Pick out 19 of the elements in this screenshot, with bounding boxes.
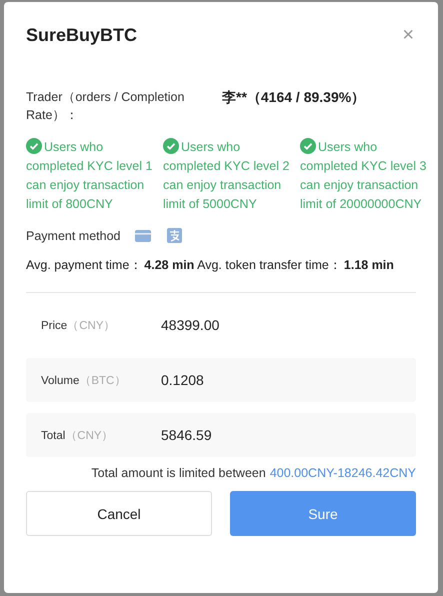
alipay-icon bbox=[166, 228, 182, 243]
input-field[interactable]: Total（CNY） 5846.59 bbox=[26, 413, 416, 457]
bank-card-icon bbox=[134, 230, 150, 242]
payment-method-label: Payment method bbox=[26, 228, 120, 242]
kyc-limit-text: Users who completed KYC level 2 can enjoy transaction limit of 5000CNY bbox=[163, 138, 290, 213]
trader-value: 李**（4164 / 89.39%） bbox=[222, 88, 366, 107]
avg-time-text: Avg. payment time： 4.28 min Avg. token transfer time： 1.18 min bbox=[26, 258, 394, 272]
trader-label: Trader（orders / Completion Rate）： bbox=[26, 89, 186, 124]
price-row-text: Price（CNY） 48399.00 bbox=[40, 316, 220, 335]
kyc-limit-text: Users who completed KYC level 1 can enjoy transaction limit of 800CNY bbox=[26, 138, 154, 213]
kyc-limit-text: Users who completed KYC level 3 can enjoy transaction limit of 20000000CNY bbox=[300, 138, 428, 213]
check-icon bbox=[300, 138, 316, 154]
check-icon bbox=[163, 138, 179, 154]
input-field[interactable]: Volume（BTC） 0.1208 bbox=[26, 358, 416, 402]
check-icon bbox=[26, 138, 42, 154]
limit-text: Total amount is limited between bbox=[91, 466, 266, 480]
limit-range: 400.00CNY-18246.42CNY bbox=[270, 466, 416, 480]
dialog-title: SureBuyBTC bbox=[26, 24, 138, 46]
cancel-button[interactable]: Cancel bbox=[26, 491, 212, 536]
